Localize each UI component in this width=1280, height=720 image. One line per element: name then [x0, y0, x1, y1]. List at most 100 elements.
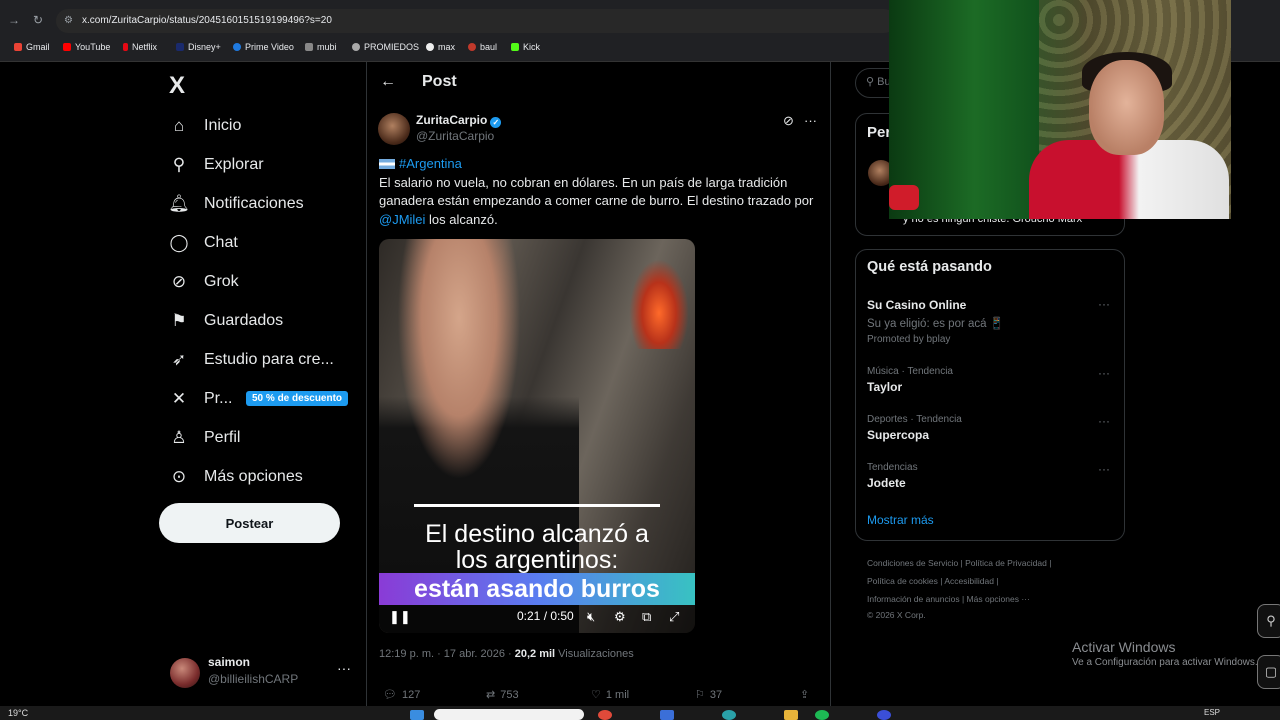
- app-icon[interactable]: [877, 710, 891, 720]
- trend-more-icon[interactable]: ···: [1098, 462, 1110, 476]
- bookmark-netflix[interactable]: Netflix: [123, 42, 157, 52]
- post-more-icon[interactable]: ···: [804, 113, 817, 128]
- more-circle-icon: ⊙: [171, 467, 187, 486]
- person-icon: ♙: [171, 428, 187, 447]
- weather-temp[interactable]: 19°C: [8, 708, 28, 718]
- bookmark-disney[interactable]: Disney+: [176, 42, 221, 52]
- copyright: © 2026 X Corp.: [867, 610, 926, 620]
- hashtag-link[interactable]: #Argentina: [399, 156, 462, 171]
- post-text: #Argentina El salario no vuela, no cobra…: [379, 156, 814, 227]
- like-button[interactable]: ♡ 1 mil: [591, 688, 629, 702]
- trend-more-icon[interactable]: ···: [1098, 414, 1110, 428]
- pip-icon[interactable]: ⧉: [642, 609, 651, 625]
- footer-links[interactable]: Política de cookies | Accesibilidad |: [867, 576, 999, 586]
- nav-item-guardados[interactable]: ⚑ Guardados: [168, 306, 283, 336]
- account-handle: @billieilishCARP: [208, 672, 299, 686]
- trend-item-supercopa[interactable]: Supercopa: [867, 428, 929, 442]
- video-player[interactable]: El destino alcanzó a los argentinos: est…: [379, 239, 695, 633]
- nav-item-mas-opciones[interactable]: ⊙ Más opciones: [168, 462, 303, 492]
- post-button[interactable]: Postear: [159, 503, 340, 543]
- nav-item-estudio[interactable]: ➶ Estudio para cre...: [168, 345, 334, 375]
- nav-item-explorar[interactable]: ⚲ Explorar: [168, 150, 264, 180]
- premium-discount-badge[interactable]: 50 % de descuento: [246, 391, 349, 406]
- promoted-label: Promoted by bplay: [867, 334, 951, 345]
- webcam-face: [1089, 60, 1164, 155]
- trend-item-casino[interactable]: Su Casino Online: [867, 298, 966, 312]
- x-logo[interactable]: X: [169, 72, 185, 100]
- language-indicator[interactable]: ESP: [1204, 708, 1220, 717]
- show-more-link[interactable]: Mostrar más: [867, 513, 934, 527]
- bookmark-kick[interactable]: Kick: [511, 42, 540, 52]
- repost-icon: ⇄: [486, 689, 496, 701]
- nav-item-notificaciones[interactable]: 🔔︎ Notificaciones: [168, 189, 303, 219]
- video-caption: El destino alcanzó a los argentinos:: [425, 520, 649, 574]
- grok-icon: ⊘: [171, 272, 187, 291]
- site-info-icon[interactable]: ⚙: [64, 15, 73, 26]
- trend-more-icon[interactable]: ···: [1098, 366, 1110, 380]
- nav-item-perfil[interactable]: ♙ Perfil: [168, 423, 240, 453]
- bookmark-max[interactable]: max: [426, 42, 455, 52]
- youtube-icon: [63, 43, 71, 51]
- pause-icon[interactable]: ❚❚: [389, 609, 411, 625]
- back-arrow-icon[interactable]: ←: [380, 73, 396, 91]
- taskbar-search[interactable]: [434, 709, 584, 720]
- bookmark-baul[interactable]: baul: [468, 42, 497, 52]
- video-caption-rule: [414, 504, 660, 507]
- bookmark-prime-video[interactable]: Prime Video: [233, 42, 294, 52]
- bookmark-mubi[interactable]: mubi: [305, 42, 337, 52]
- chrome-icon[interactable]: [598, 710, 612, 720]
- side-chat-icon[interactable]: ▢: [1257, 655, 1280, 689]
- forward-icon[interactable]: →: [8, 13, 20, 27]
- bookmark-gmail[interactable]: Gmail: [14, 42, 50, 52]
- start-icon[interactable]: [410, 710, 424, 720]
- fullscreen-icon[interactable]: ⤢: [669, 609, 679, 625]
- footer-links[interactable]: Condiciones de Servicio | Política de Pr…: [867, 558, 1051, 568]
- argentina-flag-icon: [379, 159, 395, 169]
- rocket-icon: ➶: [171, 350, 187, 369]
- share-icon: ⇪: [800, 689, 810, 701]
- main-right-border: [830, 62, 831, 720]
- author-name[interactable]: ZuritaCarpio ✓: [416, 113, 502, 128]
- trend-sub: Su ya eligió: es por acá 📱: [867, 318, 1005, 330]
- trend-item-taylor[interactable]: Taylor: [867, 380, 902, 394]
- repost-button[interactable]: ⇄ 753: [486, 688, 519, 702]
- spotify-icon[interactable]: [815, 710, 829, 720]
- side-search-icon[interactable]: ⚲: [1257, 604, 1280, 638]
- settings-icon[interactable]: ⚙: [614, 609, 626, 625]
- nav-item-chat[interactable]: ◯ Chat: [168, 228, 237, 258]
- trend-more-icon[interactable]: ···: [1098, 297, 1110, 311]
- nav-item-premium[interactable]: ✕ Pr...: [168, 384, 233, 414]
- author-avatar[interactable]: [378, 113, 410, 145]
- author-handle[interactable]: @ZuritaCarpio: [416, 129, 494, 143]
- app-icon[interactable]: [660, 710, 674, 720]
- trends-panel: [855, 249, 1125, 541]
- bell-icon: 🔔︎: [168, 194, 190, 213]
- bookmark-button[interactable]: ⚐ 37: [695, 688, 722, 702]
- reply-button[interactable]: 💬︎ 127: [383, 688, 420, 702]
- bookmark-youtube[interactable]: YouTube: [63, 42, 110, 52]
- mubi-icon: [305, 43, 313, 51]
- grok-explain-icon[interactable]: ⊘: [783, 113, 794, 129]
- app-icon[interactable]: [722, 710, 736, 720]
- avatar[interactable]: [170, 658, 200, 688]
- folder-icon[interactable]: [784, 710, 798, 720]
- nav-item-inicio[interactable]: ⌂ Inicio: [168, 111, 242, 141]
- bookmark-promiedos[interactable]: PROMIEDOS: [352, 42, 419, 52]
- account-more-icon[interactable]: ···: [337, 660, 351, 676]
- webcam-overlay: [889, 0, 1231, 219]
- kick-icon: [511, 43, 519, 51]
- trend-context: Música · Tendencia: [867, 366, 953, 377]
- share-button[interactable]: ⇪: [800, 688, 809, 701]
- bookmark-icon: ⚑: [171, 311, 187, 330]
- trend-item-jodete[interactable]: Jodete: [867, 476, 906, 490]
- chat-icon: ◯: [169, 233, 189, 252]
- mute-icon[interactable]: 🔇︎: [587, 609, 595, 625]
- post-meta: 12:19 p. m. · 17 abr. 2026 · 20,2 mil Vi…: [379, 648, 634, 660]
- footer-links[interactable]: Información de anuncios | Más opciones ·…: [867, 594, 1030, 604]
- trends-title: Qué está pasando: [867, 259, 992, 275]
- reload-icon[interactable]: ↻: [33, 13, 43, 27]
- max-icon: [426, 43, 434, 51]
- nav-item-grok[interactable]: ⊘ Grok: [168, 267, 239, 297]
- mention-link[interactable]: @JMilei: [379, 212, 425, 227]
- page-title: Post: [422, 73, 457, 90]
